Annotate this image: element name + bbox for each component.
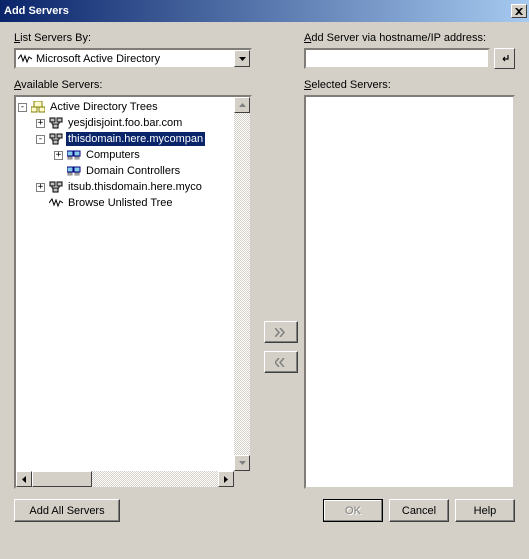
selected-servers-listbox[interactable]: [304, 95, 515, 489]
add-hostname-button[interactable]: [494, 48, 515, 69]
combo-value: Microsoft Active Directory: [36, 53, 234, 65]
scroll-thumb[interactable]: [32, 471, 92, 487]
expand-icon[interactable]: +: [36, 183, 45, 192]
double-chevron-left-icon: [275, 358, 287, 367]
ad-icon: [18, 52, 32, 66]
tree-label: yesjdisjoint.foo.bar.com: [66, 116, 184, 130]
titlebar: Add Servers: [0, 0, 529, 22]
tree-label: Active Directory Trees: [48, 100, 160, 114]
combo-dropdown-button[interactable]: [234, 50, 250, 67]
scroll-right-button[interactable]: [218, 471, 234, 487]
selected-servers-label: Selected Servers:: [304, 79, 515, 91]
enter-icon: [500, 54, 510, 64]
add-all-servers-button[interactable]: Add All Servers: [14, 499, 120, 522]
list-servers-by-label: List Servers By:: [14, 32, 258, 44]
domain-icon: [48, 179, 64, 195]
vertical-scrollbar[interactable]: [234, 97, 250, 471]
domain-icon: [48, 115, 64, 131]
collapse-icon[interactable]: -: [18, 103, 27, 112]
tree-node[interactable]: + Computers: [18, 147, 250, 163]
tree-node[interactable]: Domain Controllers: [18, 163, 250, 179]
window-title: Add Servers: [4, 5, 69, 17]
tree-root-icon: [30, 99, 46, 115]
chevron-left-icon: [22, 476, 26, 483]
tree-label: thisdomain.here.mycompan: [66, 132, 205, 146]
tree-node[interactable]: Browse Unlisted Tree: [18, 195, 250, 211]
expand-icon[interactable]: +: [54, 151, 63, 160]
tree-node-selected[interactable]: - thisdomain.here.mycompan: [18, 131, 250, 147]
chevron-down-icon: [239, 461, 246, 465]
collapse-icon[interactable]: -: [36, 135, 45, 144]
tree-root[interactable]: - Active Directory Trees: [18, 99, 250, 115]
available-servers-listbox[interactable]: - Active Directory Trees + yesjdisjoint.…: [14, 95, 252, 489]
chevron-right-icon: [224, 476, 228, 483]
move-right-button[interactable]: [264, 321, 298, 343]
list-servers-by-combo[interactable]: Microsoft Active Directory: [14, 48, 252, 69]
close-button[interactable]: [511, 4, 527, 18]
tree-node[interactable]: + yesjdisjoint.foo.bar.com: [18, 115, 250, 131]
horizontal-scrollbar[interactable]: [16, 471, 234, 487]
ok-button[interactable]: OK: [323, 499, 383, 522]
tree-label: Computers: [84, 148, 142, 162]
help-button[interactable]: Help: [455, 499, 515, 522]
tree-label: itsub.thisdomain.here.myco: [66, 180, 204, 194]
tree-label: Browse Unlisted Tree: [66, 196, 175, 210]
scroll-down-button[interactable]: [234, 455, 250, 471]
scroll-corner: [234, 471, 250, 487]
chevron-down-icon: [239, 57, 246, 61]
expand-icon[interactable]: +: [36, 119, 45, 128]
available-servers-label: Available Servers:: [14, 79, 258, 91]
computers-icon: [66, 147, 82, 163]
double-chevron-right-icon: [275, 328, 287, 337]
close-icon: [515, 8, 523, 15]
scroll-up-button[interactable]: [234, 97, 250, 113]
scroll-left-button[interactable]: [16, 471, 32, 487]
move-left-button[interactable]: [264, 351, 298, 373]
cancel-button[interactable]: Cancel: [389, 499, 449, 522]
domain-icon: [48, 131, 64, 147]
tree-label: Domain Controllers: [84, 164, 182, 178]
browse-icon: [48, 195, 64, 211]
add-server-via-label: Add Server via hostname/IP address:: [304, 32, 515, 44]
domain-controllers-icon: [66, 163, 82, 179]
tree: - Active Directory Trees + yesjdisjoint.…: [16, 97, 250, 211]
tree-node[interactable]: + itsub.thisdomain.here.myco: [18, 179, 250, 195]
hostname-input[interactable]: [304, 48, 490, 69]
chevron-up-icon: [239, 103, 246, 107]
